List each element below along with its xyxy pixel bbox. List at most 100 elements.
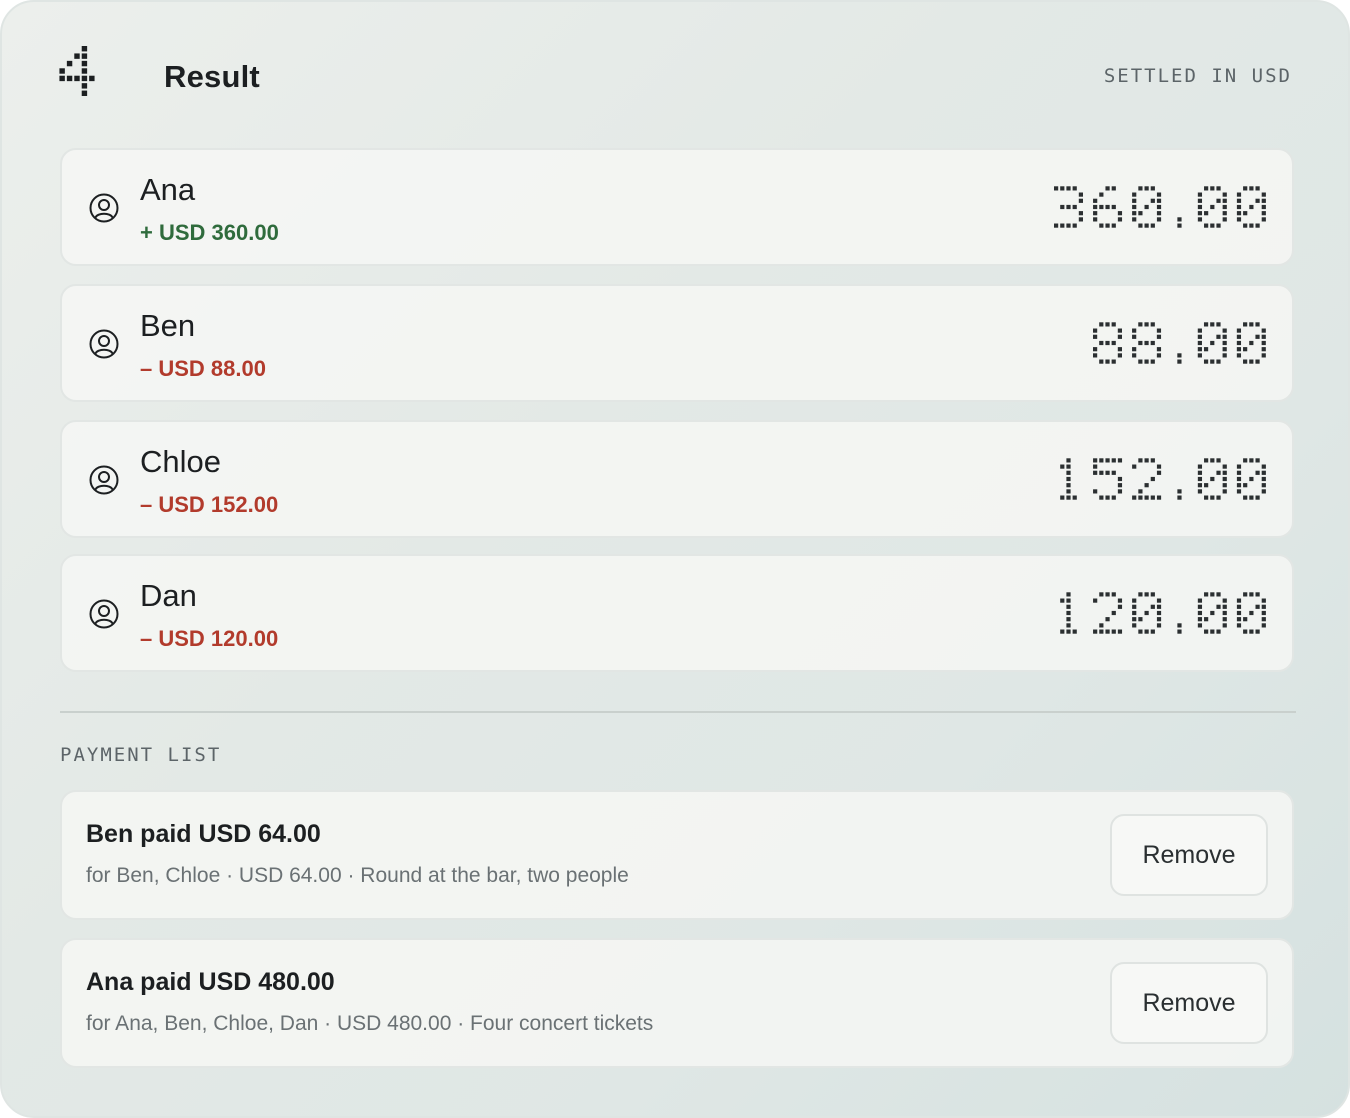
dot-pixel [1138,489,1143,494]
dot-pixel [1216,223,1221,228]
dot-pixel [1060,223,1065,228]
dot-pixel [1132,464,1137,469]
remove-payment-button[interactable]: Remove [1110,814,1268,896]
dot-pixel [81,46,88,52]
dot-pixel [1261,204,1267,210]
dot-pixel [89,75,95,82]
page-title: Result [164,59,260,94]
dot-pixel [1117,328,1123,333]
dot-pixel [1210,592,1215,597]
dot-pixel [1255,458,1260,463]
dot-pixel [1099,623,1104,628]
dot-pixel [1237,353,1242,358]
dot-pixel [1237,192,1242,197]
dot-pixel [1255,604,1260,609]
dot-pixel [1157,623,1162,628]
user-circle-icon [89,465,119,495]
dot-pixel [1243,186,1248,191]
remove-payment-button[interactable]: Remove [1110,962,1268,1044]
dot-pixel [1066,598,1071,603]
dot-pixel [1093,198,1098,203]
dot-pixel [1111,223,1116,228]
dot-pixel [1204,483,1209,488]
payment-title: Ben paid USD 64.00 [86,820,321,848]
dot-pixel [1243,223,1248,228]
dot-pixel [1150,476,1156,482]
dot-pixel [1243,458,1248,463]
dot-pixel [1150,359,1156,364]
dot-pixel [1060,629,1065,634]
dot-pixel [1138,322,1143,327]
dot-pixel [1105,340,1110,346]
dot-pixel [1204,359,1209,364]
dot-pixel [1237,211,1242,216]
dot-pixel [1197,328,1203,333]
user-circle-icon [89,599,119,629]
dot-pixel [1132,623,1137,628]
dot-pixel [1210,186,1215,191]
dot-pixel [1261,604,1267,609]
dot-pixel [1066,223,1071,228]
dot-pixel [1237,610,1242,616]
dot-pixel [1093,489,1098,494]
dot-pixel [1249,359,1254,364]
dot-pixel [1078,211,1084,216]
dot-pixel [1255,495,1260,500]
dot-pixel [1060,464,1065,469]
dot-pixel [1093,204,1098,210]
dot-pixel [1255,186,1260,191]
dot-pixel [74,53,80,59]
dot-pixel [1249,340,1254,346]
dot-pixel [1099,470,1104,475]
dot-pixel [1132,198,1137,203]
dot-pixel [1177,623,1182,628]
dot-pixel [1066,464,1071,469]
dot-pixel [1249,495,1254,500]
dot-pixel [1204,495,1209,500]
dot-pixel [1216,470,1221,475]
person-balance: – USD 88.00 [140,356,266,381]
dot-pixel [1099,629,1104,634]
step-number-4-icon [59,46,95,96]
dot-pixel [1216,629,1221,634]
dot-pixel [1255,592,1260,597]
section-divider [60,711,1296,713]
dot-pixel [81,90,88,96]
dot-pixel [1237,489,1242,494]
dot-pixel [1157,617,1162,622]
result-header: Result SETTLED IN USD [58,46,1292,102]
dot-pixel [1237,476,1242,482]
dot-pixel [1132,495,1137,500]
dot-pixel [1204,592,1209,597]
dot-pixel [1150,604,1156,609]
dot-pixel [1144,592,1149,597]
dot-pixel [1138,592,1143,597]
dot-pixel [1117,217,1123,222]
dot-pixel [1157,334,1162,339]
person-balance: + USD 360.00 [140,220,279,245]
dot-pixel [1261,610,1267,616]
dot-pixel [1157,204,1162,210]
dot-pixel [1237,483,1242,488]
dot-pixel [1197,610,1203,616]
digit-glyph [1093,322,1123,364]
dot-pixel [1144,186,1149,191]
dot-pixel [1222,476,1227,482]
dot-pixel [1132,617,1137,622]
digit-glyph [1237,458,1267,500]
dot-pixel [1093,353,1098,358]
digit-glyph [1132,592,1162,634]
dot-pixel [1054,186,1059,191]
dot-pixel [1249,629,1254,634]
dot-pixel [1222,598,1227,603]
payment-detail: for Ana, Ben, Chloe, Dan · USD 480.00 · … [86,1012,654,1035]
dot-pixel [1177,353,1182,358]
dot-pixel [1117,334,1123,339]
dot-pixel [1111,610,1116,616]
dot-pixel [1066,617,1071,622]
dot-pixel [1210,476,1215,482]
dot-pixel [1216,359,1221,364]
digit-glyph [59,46,95,96]
dot-pixel [1132,217,1137,222]
dot-pixel [1243,617,1248,622]
